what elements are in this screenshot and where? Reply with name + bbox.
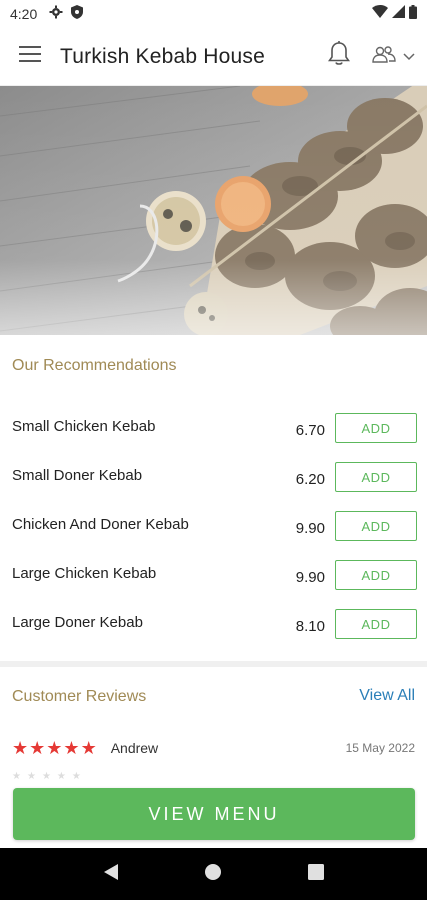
add-button[interactable]: ADD xyxy=(335,609,417,639)
hero-image xyxy=(0,86,427,335)
next-review-stars: ★ ★ ★ ★ ★ xyxy=(12,771,81,782)
home-icon xyxy=(204,863,222,886)
star-icon: ★ xyxy=(63,738,80,758)
review-item: ★ ★ ★ ★ ★ Andrew 15 May 2022 xyxy=(12,737,415,759)
recommendation-item: Small Doner Kebab 6.20 ADD xyxy=(0,461,427,505)
star-icon: ★ xyxy=(41,771,51,782)
item-price: 6.70 xyxy=(295,422,325,439)
back-button[interactable] xyxy=(91,854,131,894)
add-button[interactable]: ADD xyxy=(335,413,417,443)
app-bar: Turkish Kebab House xyxy=(0,28,427,86)
item-name: Small Chicken Kebab xyxy=(12,418,156,435)
item-price: 8.10 xyxy=(295,618,325,635)
recents-icon xyxy=(307,863,324,885)
app-title: Turkish Kebab House xyxy=(60,44,265,68)
recents-button[interactable] xyxy=(296,854,336,894)
status-time: 4:20 xyxy=(10,6,38,22)
reviewer-name: Andrew xyxy=(110,740,159,756)
bell-icon xyxy=(327,41,351,72)
add-button[interactable]: ADD xyxy=(335,511,417,541)
review-date: 15 May 2022 xyxy=(345,741,415,755)
account-menu-button[interactable] xyxy=(359,28,427,86)
star-icon: ★ xyxy=(12,738,29,758)
star-icon: ★ xyxy=(46,738,63,758)
back-icon xyxy=(103,863,119,886)
battery-icon xyxy=(409,4,417,24)
item-price: 9.90 xyxy=(295,520,325,537)
reviews-title: Customer Reviews xyxy=(12,688,147,705)
item-name: Chicken And Doner Kebab xyxy=(12,516,189,533)
star-icon: ★ xyxy=(71,771,81,782)
star-icon: ★ xyxy=(29,738,46,758)
view-all-link[interactable]: View All xyxy=(359,687,415,705)
recommendation-item: Large Chicken Kebab 9.90 ADD xyxy=(0,559,427,603)
add-button[interactable]: ADD xyxy=(335,462,417,492)
star-rating: ★ ★ ★ ★ ★ xyxy=(12,739,97,757)
item-name: Large Chicken Kebab xyxy=(12,565,157,582)
settings-icon xyxy=(49,5,63,24)
item-name: Small Doner Kebab xyxy=(12,467,143,484)
notifications-button[interactable] xyxy=(319,28,359,86)
shield-icon xyxy=(71,4,84,24)
item-name: Large Doner Kebab xyxy=(12,614,143,631)
star-icon: ★ xyxy=(56,771,66,782)
star-icon: ★ xyxy=(80,738,97,758)
recommendations-section: Our Recommendations Small Chicken Kebab … xyxy=(0,335,427,661)
add-button[interactable]: ADD xyxy=(335,560,417,590)
home-button[interactable] xyxy=(193,854,233,894)
item-price: 9.90 xyxy=(295,569,325,586)
item-price: 6.20 xyxy=(295,471,325,488)
menu-button[interactable] xyxy=(0,28,60,86)
star-icon: ★ xyxy=(12,771,21,782)
menu-icon xyxy=(19,46,41,67)
status-bar: 4:20 xyxy=(0,0,427,28)
navigation-bar xyxy=(0,848,427,900)
user-group-icon xyxy=(371,44,397,69)
recommendation-item: Chicken And Doner Kebab 9.90 ADD xyxy=(0,510,427,554)
wifi-icon xyxy=(372,5,388,23)
signal-icon xyxy=(392,5,405,23)
recommendation-item: Small Chicken Kebab 6.70 ADD xyxy=(0,412,427,456)
recommendation-item: Large Doner Kebab 8.10 ADD xyxy=(0,608,427,652)
recommendations-title: Our Recommendations xyxy=(12,357,177,374)
chevron-down-icon xyxy=(403,48,415,66)
view-menu-button[interactable]: VIEW MENU xyxy=(13,788,415,840)
star-icon: ★ xyxy=(26,771,36,782)
